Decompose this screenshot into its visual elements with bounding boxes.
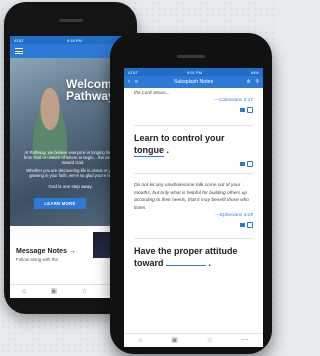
home-icon[interactable]: ⌂ [22,288,26,295]
point-heading: Learn to control your tongue . [134,133,225,158]
notes-content: the Lord Jesus... —Colossians 3:17 Learn… [124,90,263,269]
checkbox[interactable] [247,107,253,114]
front-phone: AT&T 9:51 PM 64% ‹ ≡ Subsplash Notes ılı… [110,33,272,354]
home-icon[interactable]: ⌂ [138,337,142,344]
divider [134,238,253,240]
note-actions [134,107,253,114]
carrier-label: AT&T [14,37,24,43]
speaker [177,55,205,58]
time-label: 9:18 PM [66,37,82,43]
note-icon[interactable] [240,223,245,228]
star-icon[interactable]: ☆ [207,337,213,344]
carrier-label: AT&T [128,69,138,75]
scripture-reference: —Ephesians 4:29 [215,213,253,219]
star-icon[interactable]: ☆ [81,288,87,295]
note-icon[interactable] [240,162,245,167]
status-bar: AT&T 9:18 PM ▮ [10,36,131,44]
status-bar: AT&T 9:51 PM 64% [124,68,263,76]
front-phone-screen: AT&T 9:51 PM 64% ‹ ≡ Subsplash Notes ılı… [124,68,263,347]
nav-bar: ‹ ≡ Subsplash Notes ılı ⚲ [124,76,263,88]
battery-label: 64% [250,69,259,75]
note-actions [134,161,253,168]
more-icon[interactable]: ⋯ [242,337,249,344]
calendar-icon[interactable]: ▣ [171,337,178,344]
back-icon[interactable]: ‹ [128,79,130,85]
divider [134,125,253,127]
tab-bar: ⌂ ▣ ☆ ⋯ [124,333,263,347]
note-icon[interactable] [240,108,245,113]
point-heading: Have the proper attitude toward . [134,246,238,269]
hamburger-icon[interactable] [15,48,23,54]
search-icon[interactable]: ⚲ [255,79,259,85]
scripture-quote: the Lord Jesus... [134,91,170,96]
fill-in-blank[interactable] [166,258,207,267]
divider [134,173,253,175]
time-label: 9:51 PM [187,69,202,75]
learn-more-button[interactable]: LEARN MORE [34,198,86,209]
checkbox[interactable] [247,222,253,229]
fill-in-blank[interactable]: tongue [134,144,164,158]
scripture-quote: Do not let any unwholesome talk come out… [134,183,249,211]
chart-icon[interactable]: ılı [246,79,250,85]
scripture-reference: —Colossians 3:17 [214,98,253,104]
speaker [59,19,83,22]
page-title: Subsplash Notes [173,79,214,85]
calendar-icon[interactable]: ▣ [51,288,58,295]
checkbox[interactable] [247,161,253,168]
note-actions [134,222,253,229]
menu-icon[interactable]: ≡ [135,79,138,85]
